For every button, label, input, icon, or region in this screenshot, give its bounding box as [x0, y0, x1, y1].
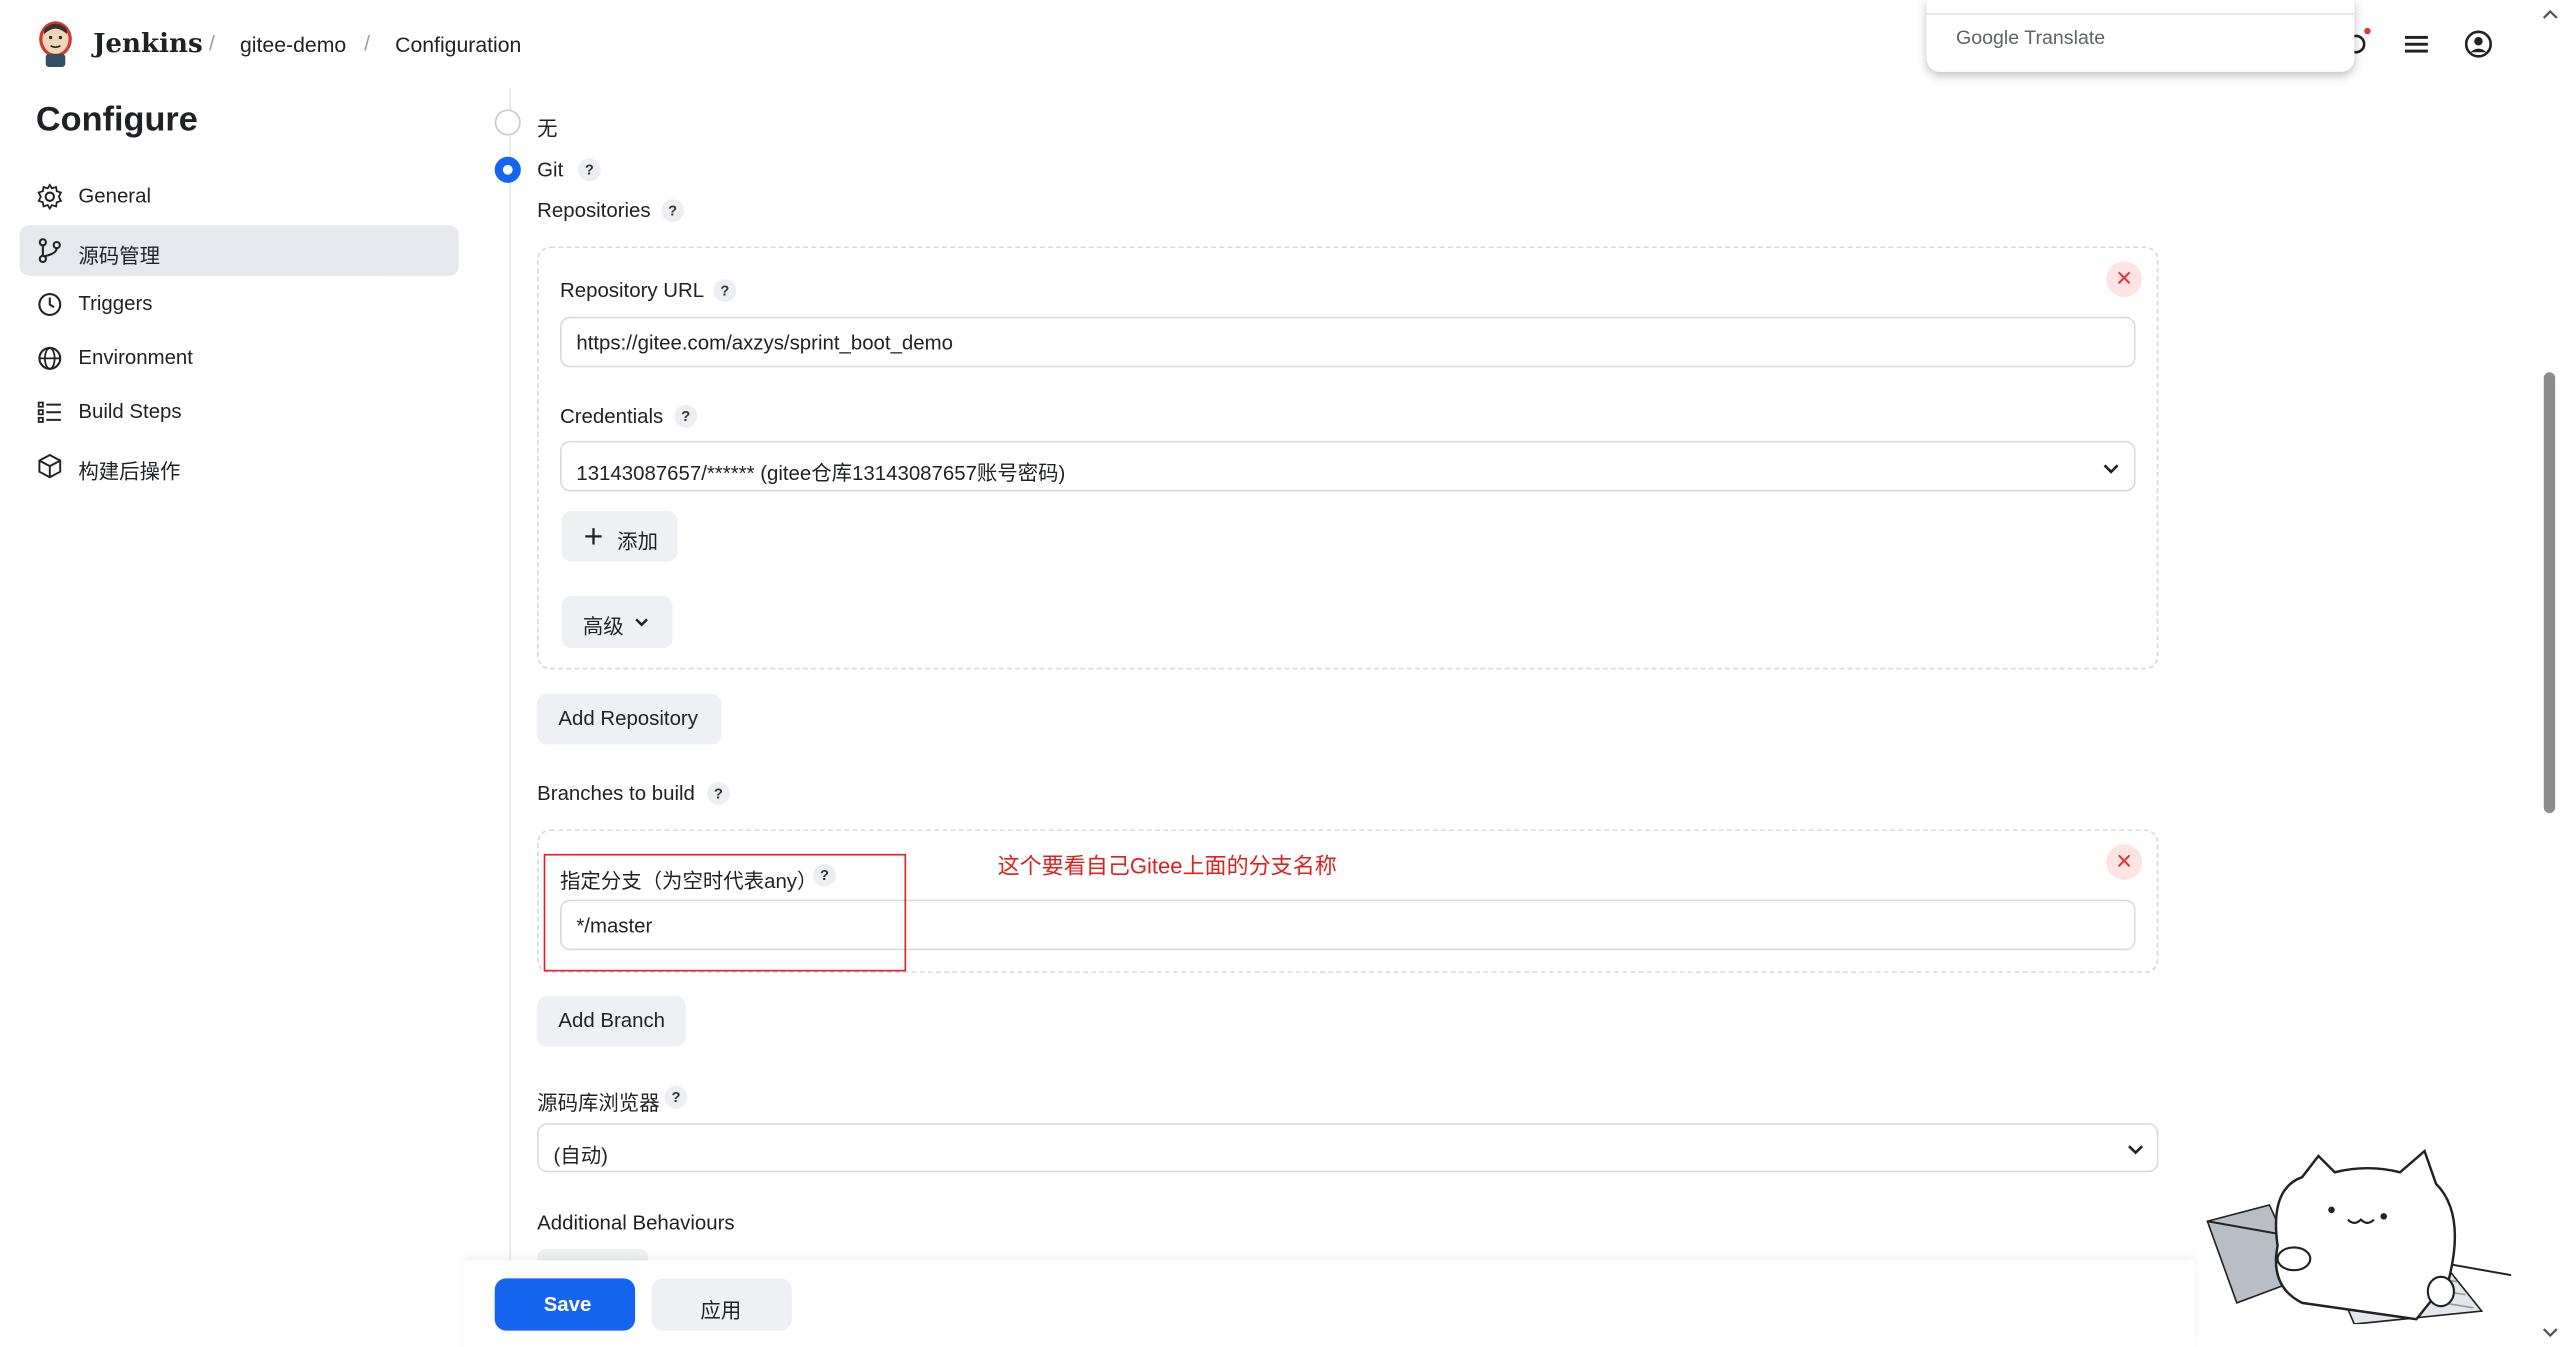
- chevron-down-icon: [2103, 464, 2119, 474]
- package-icon: [38, 453, 62, 479]
- breadcrumb-separator: /: [364, 31, 371, 56]
- branches-help-icon[interactable]: ?: [706, 782, 730, 805]
- git-branch-icon: [38, 238, 61, 264]
- repo-url-input[interactable]: https://gitee.com/axzys/sprint_boot_demo: [560, 316, 2136, 368]
- add-repository-button[interactable]: Add Repository: [537, 693, 722, 745]
- breadcrumb-project[interactable]: gitee-demo: [240, 33, 346, 57]
- scm-git-label: Git: [537, 158, 564, 182]
- repo-browser-value: (自动): [553, 1144, 608, 1168]
- scroll-down-arrow-icon[interactable]: [2542, 1326, 2558, 1339]
- git-help-icon[interactable]: ?: [577, 158, 601, 182]
- repositories-help-icon[interactable]: ?: [661, 199, 685, 223]
- sidebar-item-label: Environment: [78, 346, 193, 369]
- branches-label: Branches to build: [537, 782, 695, 805]
- advanced-button[interactable]: 高级: [561, 595, 673, 649]
- bongo-cat-sticker: [2206, 1148, 2512, 1325]
- sidebar-item-environment[interactable]: Environment: [20, 333, 459, 384]
- sidebar-item-label: Triggers: [78, 292, 153, 316]
- chevron-down-icon: [635, 618, 648, 627]
- plus-icon: [585, 528, 602, 545]
- advanced-label: 高级: [582, 615, 624, 639]
- page-title: Configure: [35, 101, 198, 139]
- scm-none-label: 无: [537, 117, 558, 141]
- sidebar-item-general[interactable]: General: [20, 171, 459, 222]
- sidebar-item-triggers[interactable]: Triggers: [20, 279, 459, 330]
- repo-browser-label: 源码库浏览器: [537, 1092, 660, 1116]
- add-branch-button[interactable]: Add Branch: [537, 995, 686, 1047]
- sidebar-item-post-build[interactable]: 构建后操作: [20, 441, 459, 492]
- globe-icon: [38, 346, 62, 370]
- section-divider: [509, 88, 512, 1261]
- apply-label: 应用: [700, 1299, 742, 1323]
- sidebar-item-label: Build Steps: [78, 400, 182, 423]
- annotation-text: 这个要看自己Gitee上面的分支名称: [997, 853, 1337, 879]
- scroll-up-arrow-icon[interactable]: [2542, 8, 2558, 21]
- scrollbar-thumb[interactable]: [2543, 372, 2556, 814]
- sidebar-item-label: 源码管理: [78, 244, 161, 268]
- user-account-icon[interactable]: [2462, 28, 2495, 61]
- repositories-label: Repositories: [537, 199, 651, 223]
- repo-url-help-icon[interactable]: ?: [713, 279, 737, 303]
- add-branch-label: Add Branch: [558, 1009, 666, 1032]
- scm-none-radio[interactable]: [494, 109, 521, 136]
- credentials-select[interactable]: 13143087657/****** (gitee仓库13143087657账号…: [560, 440, 2136, 492]
- credentials-value: 13143087657/****** (gitee仓库13143087657账号…: [576, 462, 1066, 485]
- chevron-down-icon: [2128, 1145, 2144, 1155]
- breadcrumb-separator: /: [208, 31, 215, 56]
- breadcrumb-configuration[interactable]: Configuration: [395, 33, 521, 57]
- sidebar-item-label: General: [78, 184, 151, 208]
- credentials-help-icon[interactable]: ?: [674, 404, 698, 428]
- add-credentials-button[interactable]: 添加: [561, 511, 678, 562]
- repo-browser-help-icon[interactable]: ?: [664, 1085, 688, 1109]
- credentials-label: Credentials: [560, 404, 664, 428]
- remove-branch-button[interactable]: ✕: [2106, 844, 2143, 881]
- save-label: Save: [543, 1293, 592, 1316]
- repo-url-value: https://gitee.com/axzys/sprint_boot_demo: [576, 331, 953, 355]
- sidebar-item-build-steps[interactable]: Build Steps: [20, 387, 459, 438]
- jenkins-logo-icon[interactable]: [36, 20, 75, 69]
- save-button[interactable]: Save: [494, 1278, 636, 1331]
- scm-git-radio[interactable]: [494, 156, 521, 183]
- clock-icon: [38, 293, 62, 316]
- remove-repository-button[interactable]: ✕: [2106, 261, 2143, 298]
- menu-icon[interactable]: [2400, 28, 2433, 61]
- sidebar-item-scm[interactable]: 源码管理: [19, 225, 459, 276]
- add-credentials-label: 添加: [617, 530, 659, 554]
- google-translate-label: Google Translate: [1955, 26, 2106, 49]
- google-translate-popup[interactable]: Google Translate: [1926, 0, 2355, 72]
- apply-button[interactable]: 应用: [651, 1278, 792, 1331]
- brand-name[interactable]: Jenkins: [93, 28, 203, 59]
- repo-browser-select[interactable]: (自动): [537, 1123, 2159, 1173]
- sidebar-item-label: 构建后操作: [78, 460, 181, 484]
- add-repository-label: Add Repository: [558, 706, 698, 730]
- repo-url-label: Repository URL: [560, 279, 705, 303]
- annotation-highlight-box: [543, 853, 907, 972]
- additional-behaviours-label: Additional Behaviours: [537, 1211, 735, 1235]
- gear-icon: [37, 183, 63, 211]
- list-icon: [37, 401, 61, 423]
